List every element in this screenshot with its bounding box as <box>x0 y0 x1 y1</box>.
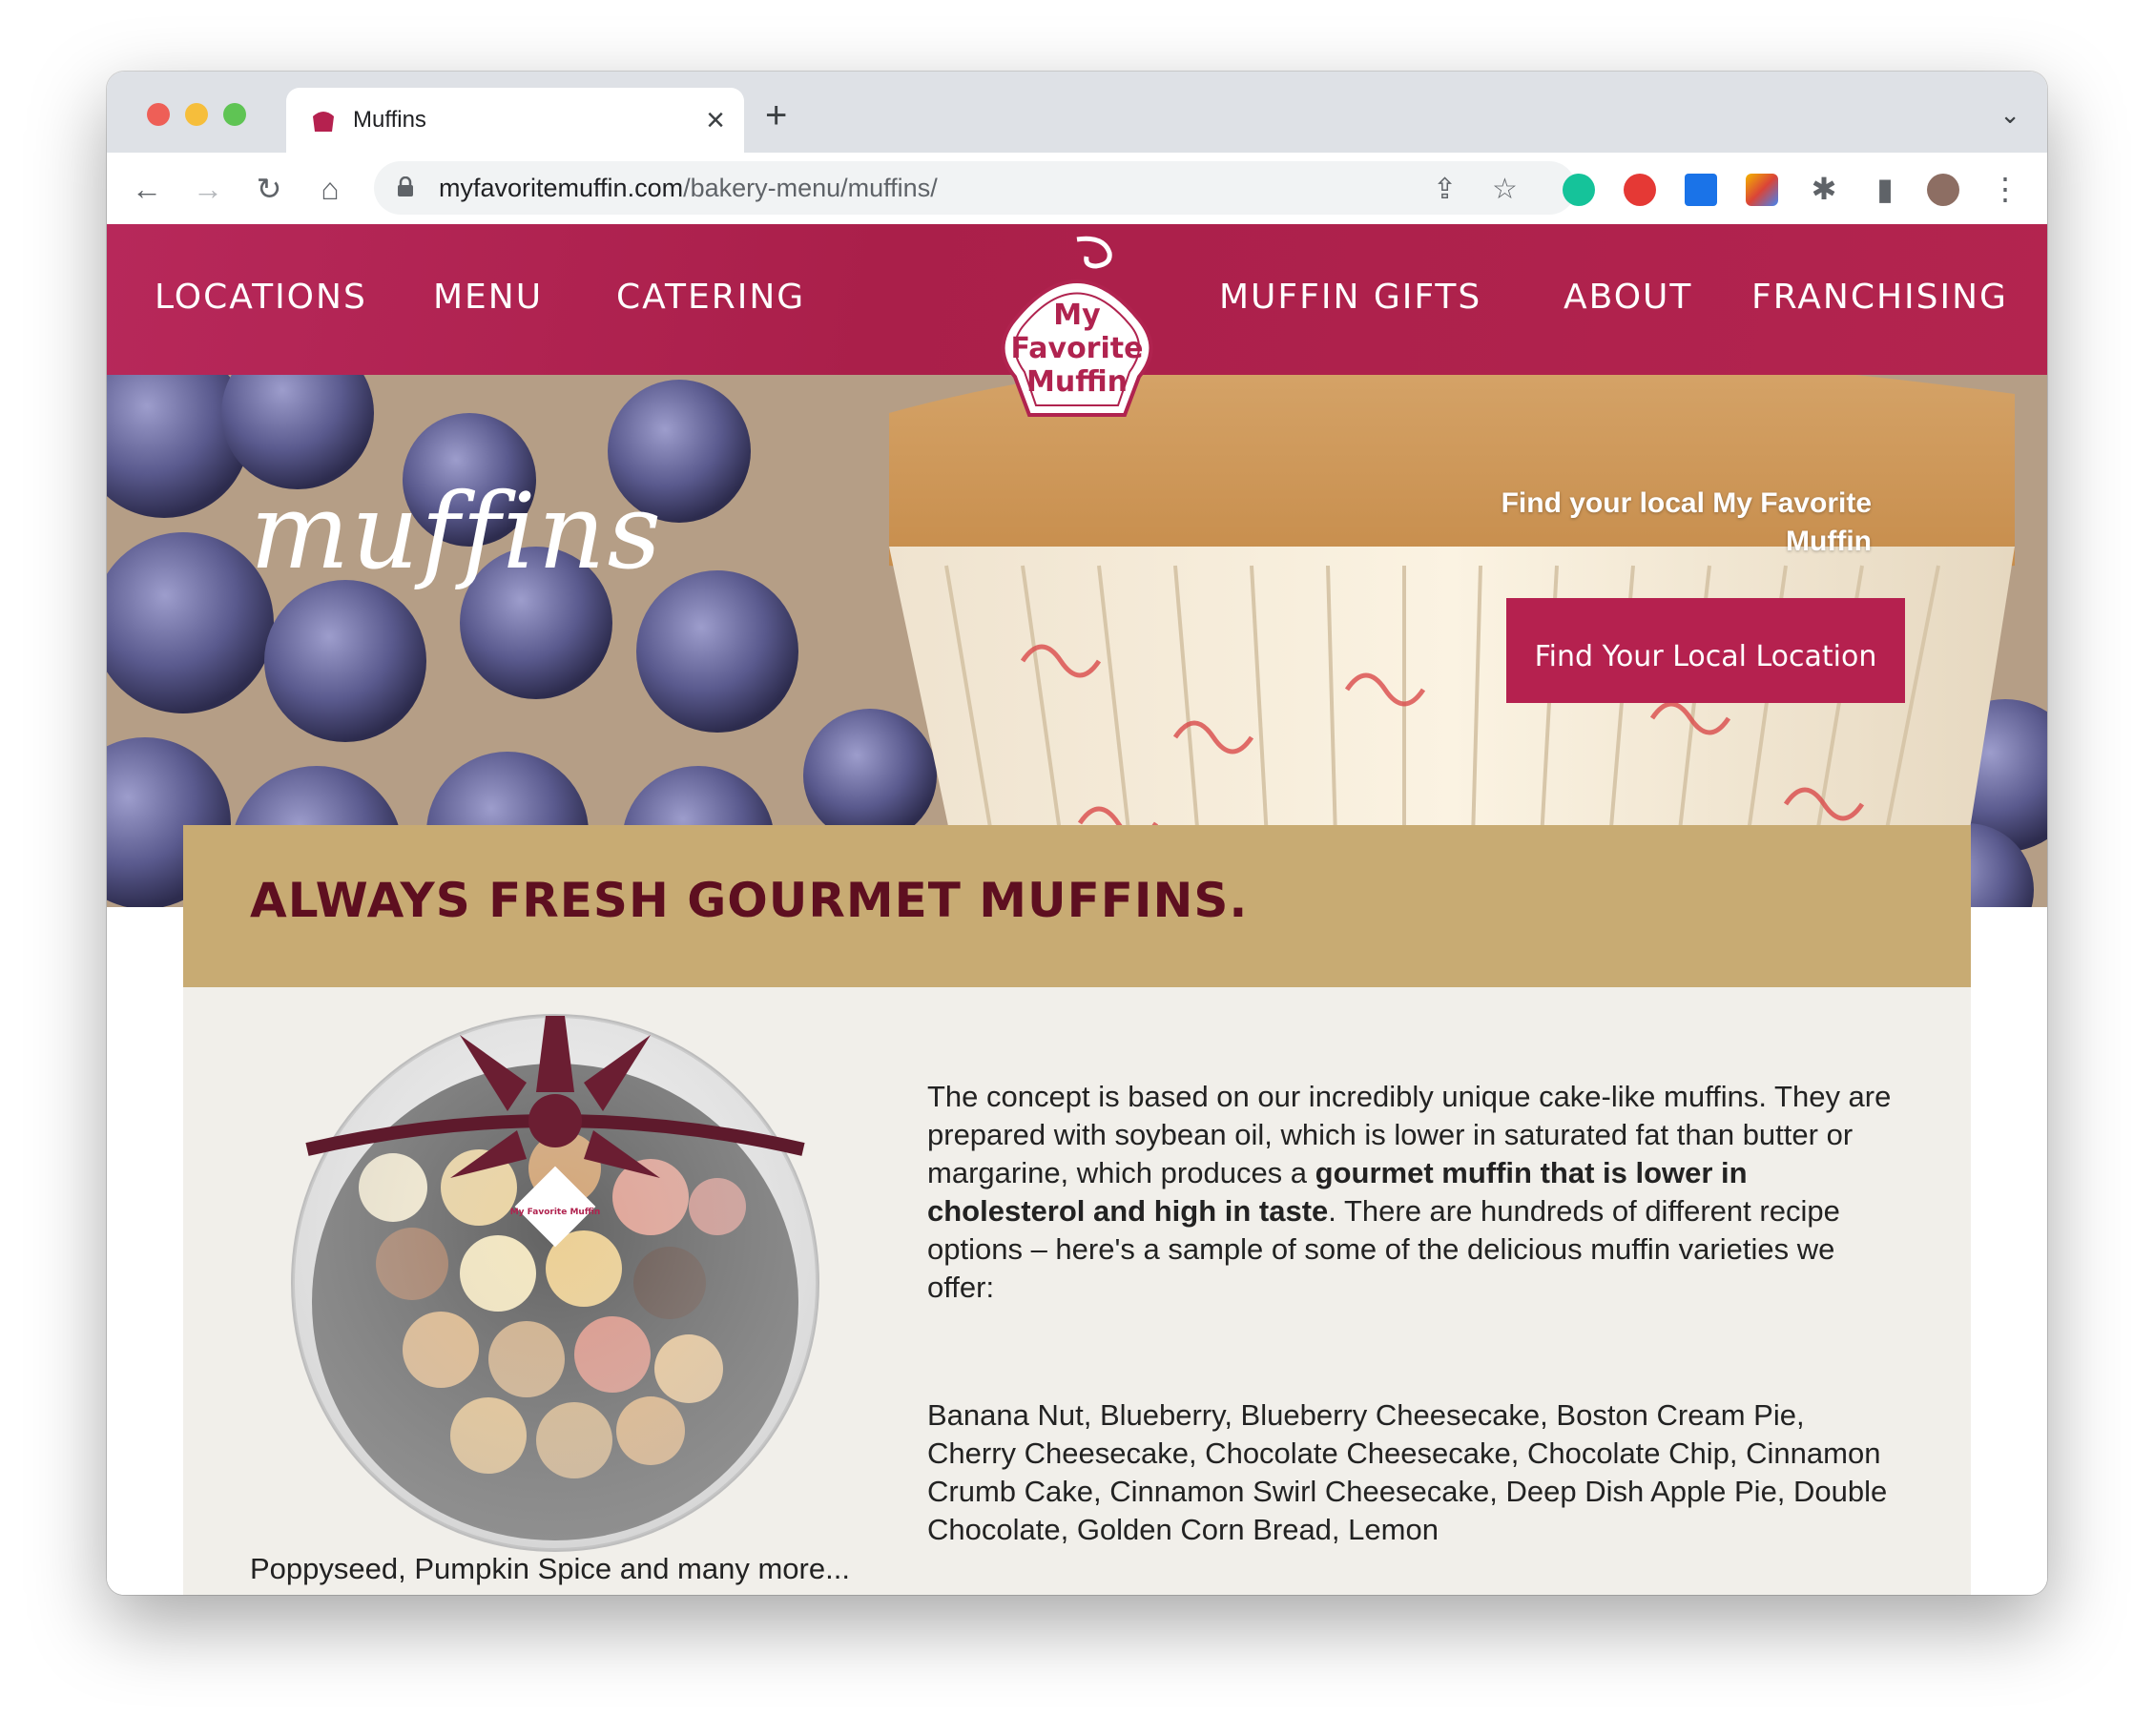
close-window-button[interactable] <box>147 103 170 126</box>
bookmark-star-icon[interactable]: ☆ <box>1492 173 1518 206</box>
site-logo[interactable]: My Favorite Muffin <box>986 234 1168 434</box>
nav-catering[interactable]: CATERING <box>616 278 805 317</box>
product-image: My Favorite Muffin <box>288 997 822 1579</box>
main-content: ALWAYS FRESH GOURMET MUFFINS. My Favorit… <box>183 825 1971 1595</box>
nav-menu[interactable]: MENU <box>433 278 543 317</box>
url-domain: myfavoritemuffin.com <box>439 174 684 202</box>
share-icon[interactable]: ⇪ <box>1433 173 1457 206</box>
profile-avatar[interactable] <box>1927 174 1959 206</box>
varieties-list: Banana Nut, Blueberry, Blueberry Cheesec… <box>927 1398 1888 1546</box>
tab-muffins[interactable]: Muffins × <box>286 88 744 153</box>
page-heading: ALWAYS FRESH GOURMET MUFFINS. <box>250 873 1249 928</box>
tab-title: Muffins <box>353 107 426 133</box>
logo-text-line1: My <box>1053 299 1101 332</box>
heading-banner: ALWAYS FRESH GOURMET MUFFINS. <box>183 825 1971 987</box>
close-tab-icon[interactable]: × <box>706 99 725 141</box>
chevron-down-icon[interactable]: ⌄ <box>1999 100 2020 130</box>
find-location-text: Find your local My Favorite Muffin <box>1501 487 1872 557</box>
description-paragraph: The concept is based on our incredibly u… <box>927 1078 1900 1307</box>
nav-about[interactable]: ABOUT <box>1564 278 1692 317</box>
extensions-puzzle-icon[interactable]: ✱ <box>1805 170 1843 208</box>
find-location-button[interactable]: Find Your Local Location <box>1506 598 1905 703</box>
nav-franchising[interactable]: FRANCHISING <box>1751 278 2008 317</box>
color-extension-icon[interactable] <box>1746 174 1778 206</box>
muffin-favicon-icon <box>313 112 334 132</box>
muffin-logo-icon: My Favorite Muffin <box>1001 236 1153 417</box>
logo-text-line3: Muffin <box>1026 365 1128 399</box>
browser-toolbar: ← → ↻ ⌂ myfavoritemuffin.com/bakery-menu… <box>107 153 2047 225</box>
reload-icon[interactable]: ↻ <box>250 170 288 208</box>
tab-bar: Muffins × + ⌄ <box>107 72 2047 153</box>
product-tag-text: My Favorite Muffin <box>510 1208 601 1217</box>
home-icon[interactable]: ⌂ <box>311 170 349 208</box>
browser-window: Muffins × + ⌄ ← → ↻ ⌂ myfavoritemuffin.c… <box>107 72 2047 1595</box>
page-viewport: LOCATIONS MENU CATERING MUFFIN GIFTS ABO… <box>107 224 2047 1595</box>
lock-icon <box>398 176 413 196</box>
side-panel-icon[interactable]: ▮ <box>1866 170 1904 208</box>
nav-locations[interactable]: LOCATIONS <box>155 278 367 317</box>
logo-text-line2: Favorite <box>1011 332 1144 365</box>
grammarly-extension-icon[interactable] <box>1563 174 1595 206</box>
new-tab-icon[interactable]: + <box>765 96 787 134</box>
zoom-window-button[interactable] <box>223 103 246 126</box>
varieties-more: Poppyseed, Pumpkin Spice and many more..… <box>250 1552 850 1585</box>
upload-extension-icon[interactable] <box>1685 174 1717 206</box>
minimize-window-button[interactable] <box>185 103 208 126</box>
video-extension-icon[interactable] <box>1624 174 1656 206</box>
url-path: /bakery-menu/muffins/ <box>683 174 938 202</box>
forward-arrow-icon[interactable]: → <box>189 170 227 208</box>
more-menu-icon[interactable]: ⋮ <box>1986 170 2024 208</box>
back-arrow-icon[interactable]: ← <box>128 170 166 208</box>
address-bar[interactable]: myfavoritemuffin.com/bakery-menu/muffins… <box>374 161 1576 215</box>
nav-muffin-gifts[interactable]: MUFFIN GIFTS <box>1219 278 1481 317</box>
hero-title: muffins <box>250 470 664 592</box>
muffin-gift-box-image: My Favorite Muffin <box>291 1014 819 1552</box>
url-text: myfavoritemuffin.com/bakery-menu/muffins… <box>439 174 938 203</box>
